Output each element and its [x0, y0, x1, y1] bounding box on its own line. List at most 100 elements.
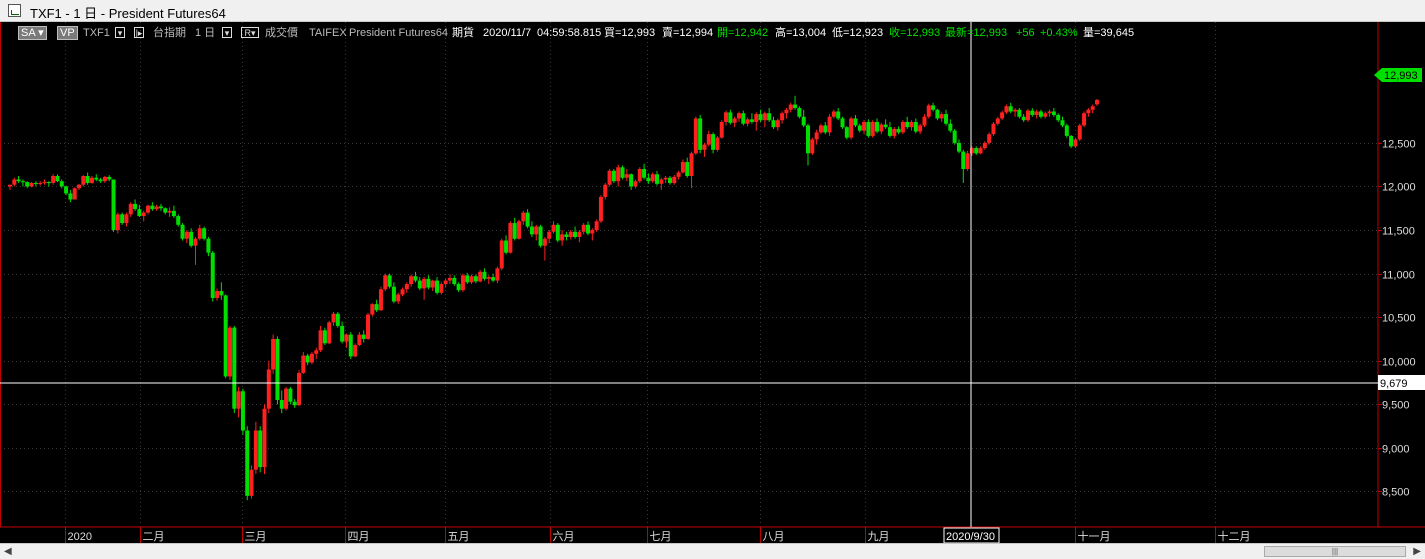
scroll-right-icon[interactable]: ▶ — [1413, 546, 1421, 557]
candle-body — [133, 203, 138, 210]
candle-body — [202, 228, 207, 239]
candle-body — [944, 114, 949, 124]
candle-body — [1064, 125, 1069, 136]
candle-body — [439, 284, 444, 293]
symbol-dropdown-icon[interactable]: ▾ — [115, 27, 125, 38]
candle-body — [154, 206, 159, 210]
candle-body — [16, 179, 21, 182]
candle-body — [469, 276, 474, 283]
candle-body — [956, 142, 961, 152]
candle-body — [215, 291, 220, 299]
candle-body — [728, 112, 733, 123]
candle-body — [46, 182, 51, 184]
candle-body — [603, 184, 608, 197]
candle-body — [249, 469, 254, 496]
candle-body — [978, 148, 983, 154]
scrollbar-thumb[interactable]: ||| — [1264, 546, 1406, 557]
candle-body — [473, 276, 478, 282]
candle-body — [836, 111, 841, 119]
vp-button[interactable]: VP — [57, 26, 78, 40]
candle-body — [620, 167, 625, 178]
candle-body — [374, 304, 379, 311]
candle-body — [762, 113, 767, 121]
candle-body — [926, 105, 931, 117]
candle-body — [939, 114, 944, 119]
sa-button[interactable]: SA ▾ — [18, 26, 47, 40]
candle-body — [749, 119, 754, 122]
candle-body — [189, 231, 194, 246]
y-tick-label: 10,000 — [1382, 357, 1416, 369]
candle-body — [551, 224, 556, 232]
candle-body — [141, 212, 146, 217]
candle-body — [642, 169, 647, 178]
candle-body — [948, 123, 953, 131]
price-change-percent: +0.43% — [1040, 27, 1078, 39]
candle-body — [607, 170, 612, 185]
candle-body — [94, 177, 99, 180]
chevron-down-icon: ▾ — [38, 27, 44, 39]
candle-body — [624, 174, 629, 178]
candle-body — [827, 116, 832, 133]
candle-body — [29, 182, 34, 187]
candle-body — [344, 334, 349, 342]
candle-body — [577, 231, 582, 237]
candle-body — [719, 121, 724, 138]
candle-body — [646, 177, 651, 182]
candle-body — [435, 280, 440, 293]
candle-body — [680, 162, 685, 173]
candle-body — [309, 353, 314, 363]
candle-body — [25, 182, 30, 187]
candle-body — [732, 118, 737, 123]
candle-body — [952, 130, 957, 143]
candle-body — [171, 210, 176, 217]
candle-body — [965, 153, 970, 170]
candle-body — [223, 295, 228, 377]
candle-body — [689, 153, 694, 176]
calendar-label: 台指期 — [153, 27, 186, 39]
candle-body — [875, 121, 880, 132]
candle-body — [711, 134, 716, 150]
candle-body — [137, 209, 142, 217]
horizontal-scrollbar[interactable]: ◀ ||| ▶ — [0, 543, 1425, 559]
scroll-left-icon[interactable]: ◀ — [4, 546, 12, 557]
candle-body — [672, 176, 677, 183]
candle-body — [357, 334, 362, 346]
candle-body — [573, 231, 578, 237]
y-tick-label: 11,000 — [1382, 270, 1415, 282]
candle-body — [633, 181, 638, 187]
month-label: 十一月 — [1078, 529, 1111, 543]
candle-body — [271, 338, 276, 370]
candle-body — [353, 345, 358, 357]
candle-body — [413, 276, 418, 281]
chart-toolbar: SA ▾ VP TXF1 ▾ |▸ 台指期 1 日 ▾ R▾ 成交價 TAIFE… — [0, 22, 1375, 44]
candle-body — [253, 430, 258, 470]
candle-body — [629, 174, 634, 187]
price-type-dropdown-icon[interactable]: R▾ — [241, 27, 259, 38]
candle-body — [495, 268, 500, 281]
candle-body — [1030, 110, 1035, 115]
candle-body — [245, 430, 250, 496]
candle-body — [780, 113, 785, 121]
y-tick-label: 11,500 — [1382, 226, 1415, 238]
candle-body — [931, 105, 936, 110]
candle-body — [59, 181, 64, 187]
candle-body — [797, 108, 802, 117]
month-label: 六月 — [553, 530, 575, 543]
month-label: 2020 — [68, 531, 92, 543]
candle-body — [292, 401, 297, 406]
candle-body — [120, 214, 125, 224]
symbol-list-icon[interactable]: |▸ — [134, 27, 144, 38]
sell-price: 賣=12,994 — [662, 27, 714, 39]
y-tick-label: 9,500 — [1382, 400, 1410, 412]
candle-body — [314, 350, 319, 354]
candle-body — [176, 216, 181, 225]
candle-body — [180, 224, 185, 239]
candle-body — [995, 118, 1000, 124]
y-tick-label: 12,500 — [1382, 139, 1416, 151]
interval-dropdown-icon[interactable]: ▾ — [222, 27, 232, 38]
candlestick-chart[interactable]: 8,500 9,000 9,500 10,000 10,500 11,000 11,500 1… — [0, 22, 1425, 543]
candle-body — [1086, 109, 1091, 114]
candle-body — [111, 179, 116, 231]
candle-body — [1077, 125, 1082, 140]
candle-body — [387, 275, 392, 287]
